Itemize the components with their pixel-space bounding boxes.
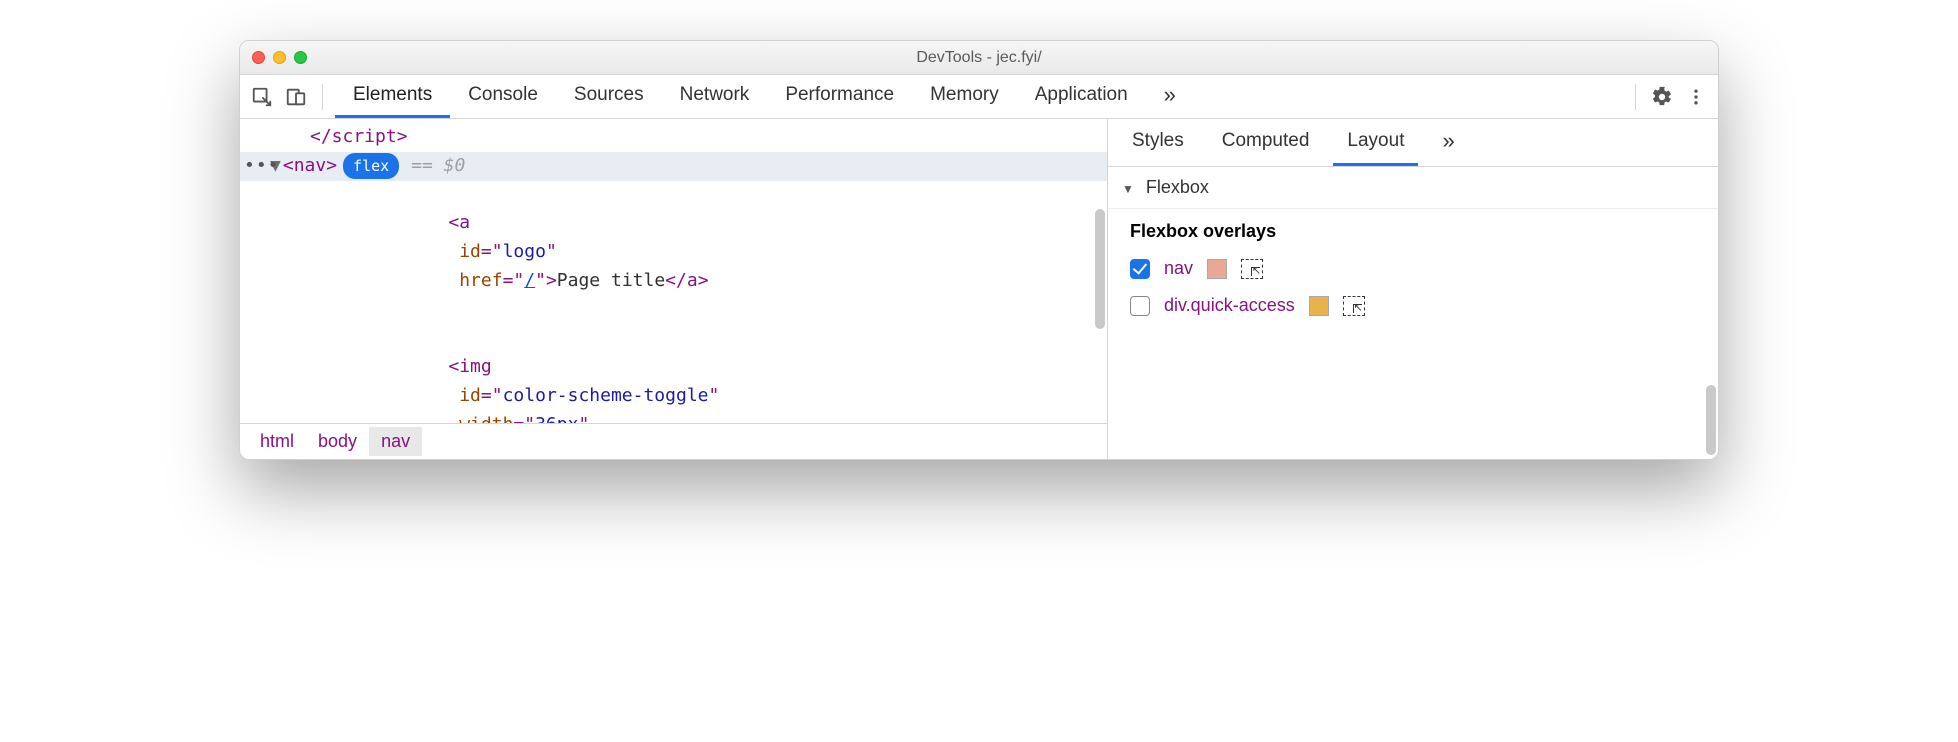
tab-layout[interactable]: Layout <box>1333 119 1418 166</box>
tab-application[interactable]: Application <box>1017 75 1146 118</box>
sidebar-tabs: Styles Computed Layout » <box>1108 119 1718 167</box>
breadcrumb[interactable]: html body nav <box>240 423 1107 459</box>
flex-badge[interactable]: flex <box>343 153 399 179</box>
main-toolbar: Elements Console Sources Network Perform… <box>240 75 1718 119</box>
tab-network[interactable]: Network <box>662 75 768 118</box>
styles-panel: Styles Computed Layout » Flexbox Flexbox… <box>1108 119 1718 459</box>
overlay-label[interactable]: div.quick-access <box>1164 295 1295 316</box>
layout-pane: Flexbox Flexbox overlays nav ↖ div.quick… <box>1108 167 1718 459</box>
separator <box>1635 84 1636 110</box>
tabs-overflow-icon[interactable]: » <box>1146 75 1194 118</box>
devtools-window: DevTools - jec.fyi/ Elements Console Sou… <box>239 40 1719 460</box>
device-toggle-icon[interactable] <box>282 83 310 111</box>
settings-gear-icon[interactable] <box>1648 83 1676 111</box>
elements-panel: </script​> ••• ▼ <nav> flex == $0 <a id=… <box>240 119 1108 459</box>
content-area: </script​> ••• ▼ <nav> flex == $0 <a id=… <box>240 119 1718 459</box>
crumb-nav[interactable]: nav <box>369 427 422 456</box>
tab-sources[interactable]: Sources <box>556 75 662 118</box>
dom-line-script-close[interactable]: </script​> <box>240 123 1107 152</box>
flexbox-overlays-title: Flexbox overlays <box>1108 209 1718 250</box>
overlay-checkbox-nav[interactable] <box>1130 259 1150 279</box>
dom-tree[interactable]: </script​> ••• ▼ <nav> flex == $0 <a id=… <box>240 119 1107 423</box>
tab-console[interactable]: Console <box>450 75 556 118</box>
overlay-checkbox-quick-access[interactable] <box>1130 296 1150 316</box>
crumb-body[interactable]: body <box>306 427 369 456</box>
overlay-highlight-icon[interactable]: ↖ <box>1343 296 1365 316</box>
kebab-menu-icon[interactable] <box>1682 83 1710 111</box>
flexbox-section-header[interactable]: Flexbox <box>1108 167 1718 209</box>
tab-performance[interactable]: Performance <box>767 75 912 118</box>
console-reference: == $0 <box>411 152 465 181</box>
tab-styles[interactable]: Styles <box>1118 119 1198 166</box>
vertical-scrollbar[interactable] <box>1706 385 1716 455</box>
titlebar: DevTools - jec.fyi/ <box>240 41 1718 75</box>
dom-line-nav-open[interactable]: ••• ▼ <nav> flex == $0 <box>240 152 1107 181</box>
dom-line-a[interactable]: <a id="logo" href="/">Page title</a> <box>240 181 1107 325</box>
caret-down-icon <box>1122 177 1138 198</box>
tab-computed[interactable]: Computed <box>1208 119 1324 166</box>
overlay-row-quick-access: div.quick-access ↖ <box>1108 287 1718 324</box>
sidebar-tabs-overflow-icon[interactable]: » <box>1428 119 1468 166</box>
gutter-ellipsis-icon[interactable]: ••• <box>244 152 280 181</box>
tab-memory[interactable]: Memory <box>912 75 1017 118</box>
overlay-highlight-icon[interactable]: ↖ <box>1241 259 1263 279</box>
tab-elements[interactable]: Elements <box>335 75 450 118</box>
overlay-label[interactable]: nav <box>1164 258 1193 279</box>
dom-line-img[interactable]: <img id="color-scheme-toggle" width="36p… <box>240 325 1107 423</box>
main-tabs: Elements Console Sources Network Perform… <box>335 75 1623 118</box>
color-swatch[interactable] <box>1207 259 1227 279</box>
crumb-html[interactable]: html <box>248 427 306 456</box>
separator <box>322 84 323 110</box>
overlay-row-nav: nav ↖ <box>1108 250 1718 287</box>
inspect-element-icon[interactable] <box>248 83 276 111</box>
window-title: DevTools - jec.fyi/ <box>240 49 1718 67</box>
vertical-scrollbar[interactable] <box>1095 209 1105 329</box>
color-swatch[interactable] <box>1309 296 1329 316</box>
